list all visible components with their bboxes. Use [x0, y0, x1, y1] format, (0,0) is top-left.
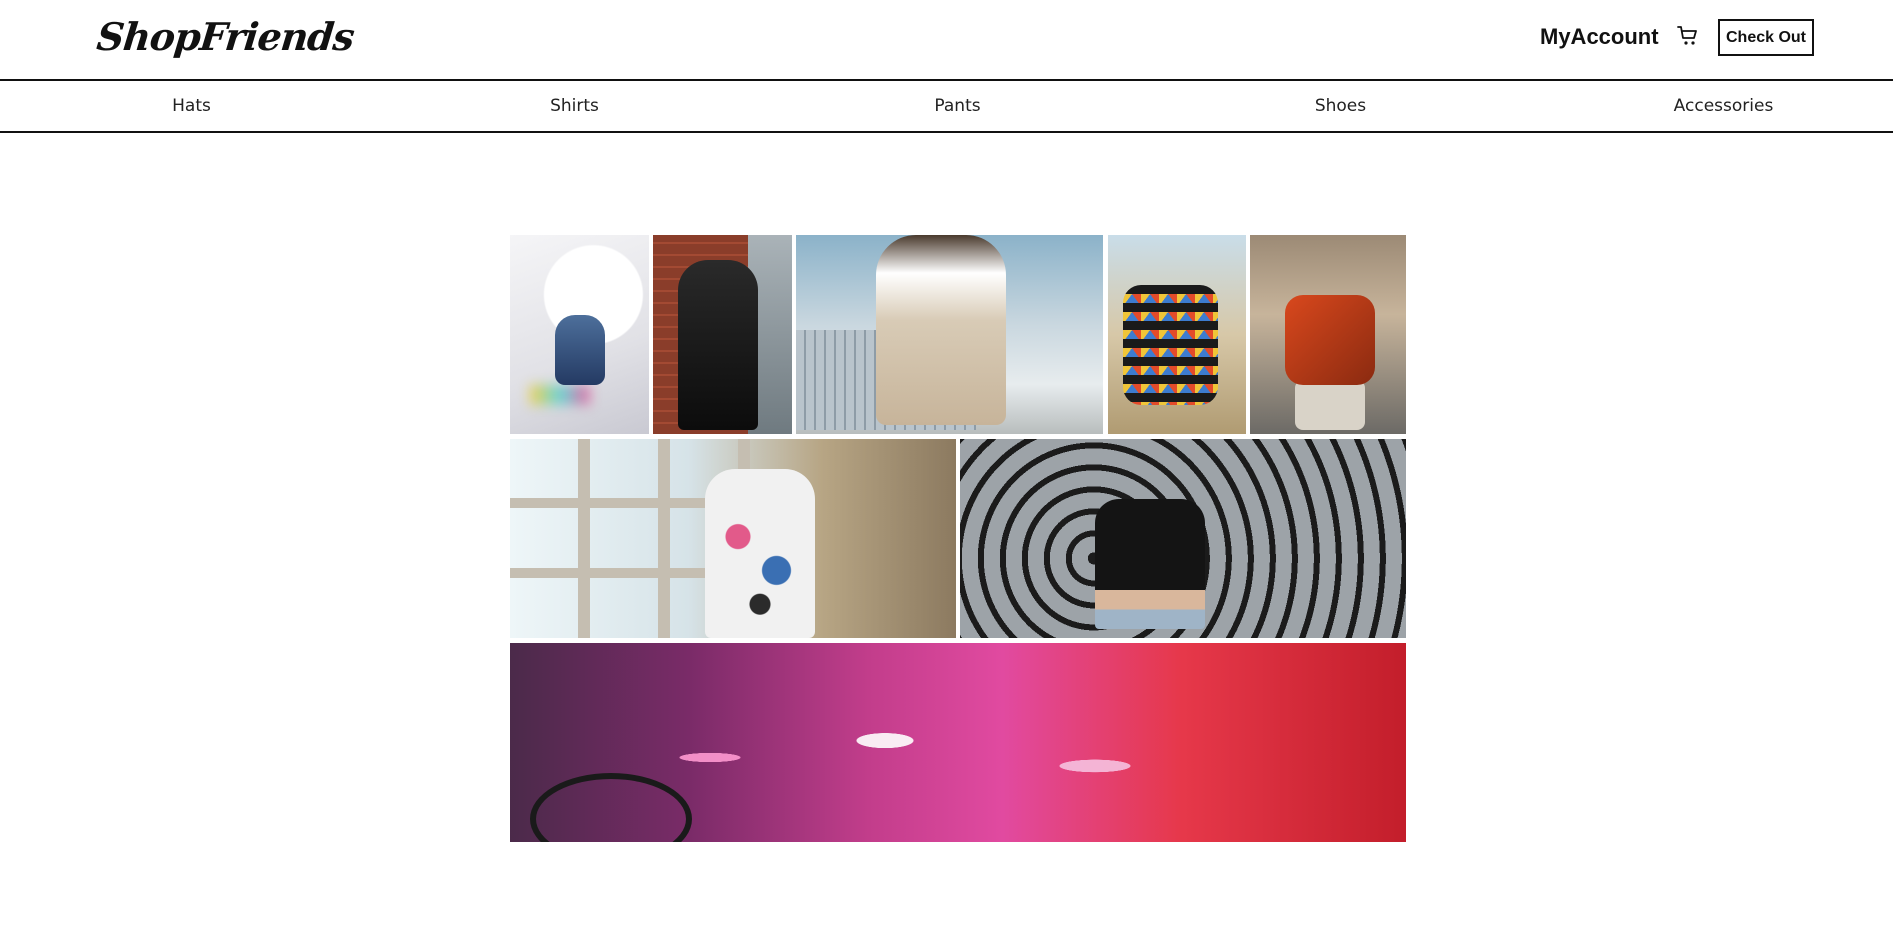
my-account-link[interactable]: MyAccount	[1540, 24, 1659, 50]
gallery-image-8[interactable]	[510, 643, 1406, 842]
site-logo[interactable]: ShopFriends	[95, 14, 356, 59]
nav-item-pants[interactable]: Pants	[766, 81, 1149, 131]
site-header: ShopFriends MyAccount Check Out	[0, 0, 1893, 79]
cart-icon-svg	[1677, 26, 1697, 45]
gallery-image-5[interactable]	[1250, 235, 1406, 434]
gallery-image-2[interactable]	[653, 235, 792, 434]
gallery-image-3[interactable]	[796, 235, 1103, 434]
cart-icon[interactable]	[1676, 24, 1700, 48]
category-nav: Hats Shirts Pants Shoes Accessories	[0, 79, 1893, 133]
gallery-image-7[interactable]	[960, 439, 1406, 638]
nav-item-hats[interactable]: Hats	[0, 81, 383, 131]
nav-item-accessories[interactable]: Accessories	[1532, 81, 1893, 131]
gallery-image-4[interactable]	[1108, 235, 1246, 434]
nav-item-shoes[interactable]: Shoes	[1149, 81, 1532, 131]
check-out-button[interactable]: Check Out	[1718, 19, 1814, 56]
gallery-image-1[interactable]	[510, 235, 649, 434]
gallery-image-6[interactable]	[510, 439, 956, 638]
nav-item-shirts[interactable]: Shirts	[383, 81, 766, 131]
